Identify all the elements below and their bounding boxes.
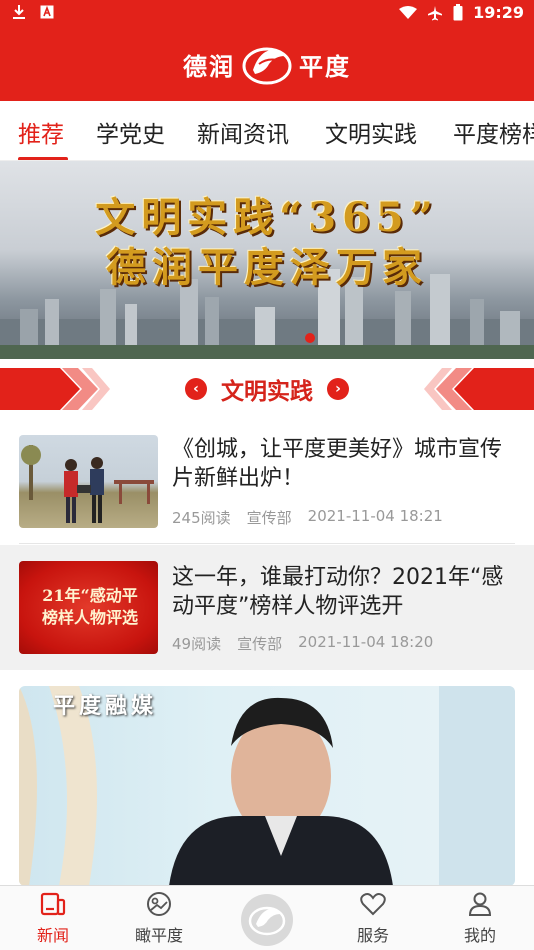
status-left: [12, 4, 54, 20]
news-meta: 49阅读 宣传部 2021-11-04 18:20: [172, 633, 433, 654]
carousel-indicator-dot: [305, 333, 315, 343]
news-source: 宣传部: [246, 509, 292, 527]
app-title-left: 德润: [183, 52, 235, 81]
news-read-count: 49阅读: [172, 635, 222, 653]
wifi-icon: [399, 5, 418, 19]
app-title: 德润 平度: [0, 38, 534, 90]
app-title-right: 平度: [299, 52, 351, 81]
nav-profile[interactable]: 我的: [440, 890, 520, 946]
a-notification-icon: [40, 5, 54, 19]
news-item[interactable]: 《创城，让平度更美好》城市宣传片新鲜出炉！ 245阅读 宣传部 2021-11-…: [0, 425, 534, 537]
nav-center-logo[interactable]: [241, 894, 293, 946]
thumbnail-caption-line2: 榜样人物评选: [41, 608, 138, 627]
explore-icon: [147, 892, 171, 916]
bottom-navigation: 新闻 瞰平度 服务 我的: [0, 885, 534, 950]
nav-news-label: 新闻: [36, 926, 69, 945]
news-read-count: 245阅读: [172, 509, 231, 527]
app-header: 19:29 德润 平度: [0, 0, 534, 101]
logo-hand-icon: [248, 906, 286, 936]
list-divider: [19, 543, 515, 544]
news-meta: 245阅读 宣传部 2021-11-04 18:21: [172, 507, 443, 528]
app-root: 19:29 德润 平度 推荐 学党史 新闻资讯 文明实践 平度榜样: [0, 0, 534, 950]
airplane-icon: [428, 5, 443, 20]
status-time: 19:29: [473, 3, 524, 22]
news-source: 宣传部: [237, 635, 283, 653]
banner-carousel[interactable]: 文明实践“365” 德润平度泽万家: [0, 161, 534, 359]
download-icon: [13, 5, 25, 19]
tab-recommend[interactable]: 推荐: [18, 115, 64, 149]
battery-icon: [453, 4, 463, 21]
thumbnail-caption: 21年“感动平 榜样人物评选: [19, 585, 158, 629]
tab-pingdu-models[interactable]: 平度榜样: [453, 115, 534, 149]
nav-profile-label: 我的: [463, 926, 496, 945]
status-bar: 19:29: [0, 0, 534, 28]
category-tabs: 推荐 学党史 新闻资讯 文明实践 平度榜样: [0, 101, 534, 161]
nav-news[interactable]: 新闻: [13, 890, 93, 946]
nav-service[interactable]: 服务: [333, 890, 413, 946]
news-icon: [40, 892, 66, 916]
video-watermark: 平度融媒: [53, 693, 158, 719]
tab-civilization-practice[interactable]: 文明实践: [325, 115, 417, 149]
news-title[interactable]: 这一年，谁最打动你？2021年“感动平度”榜样人物评选开: [172, 563, 520, 621]
tab-news[interactable]: 新闻资讯: [197, 115, 289, 149]
tab-party-history[interactable]: 学党史: [96, 115, 165, 149]
section-right-decoration: [424, 368, 534, 410]
section-prev-icon[interactable]: ‹: [185, 378, 207, 400]
section-title: 文明实践: [221, 379, 313, 405]
hand-logo-icon: [242, 47, 292, 85]
user-icon: [468, 892, 492, 916]
news-thumbnail: 21年“感动平 榜样人物评选: [19, 561, 158, 654]
news-thumbnail: [19, 435, 158, 528]
news-time: 2021-11-04 18:21: [307, 507, 443, 525]
news-time: 2021-11-04 18:20: [298, 633, 434, 651]
nav-explore[interactable]: 瞰平度: [119, 890, 199, 946]
video-card[interactable]: 平度融媒: [19, 686, 515, 886]
nav-explore-label: 瞰平度: [134, 926, 183, 945]
thumbnail-caption-line1: 21年“感动平: [42, 586, 138, 605]
section-next-icon[interactable]: ›: [327, 378, 349, 400]
nav-service-label: 服务: [356, 926, 389, 945]
section-header: ‹ 文明实践 ›: [0, 368, 534, 410]
status-right: 19:29: [399, 3, 524, 22]
news-photo-people: [21, 445, 154, 523]
news-item[interactable]: 21年“感动平 榜样人物评选 这一年，谁最打动你？2021年“感动平度”榜样人物…: [0, 545, 534, 670]
news-title[interactable]: 《创城，让平度更美好》城市宣传片新鲜出炉！: [172, 435, 520, 493]
banner-title-line2: 德润平度泽万家: [106, 244, 428, 291]
heart-service-icon: [360, 893, 386, 916]
